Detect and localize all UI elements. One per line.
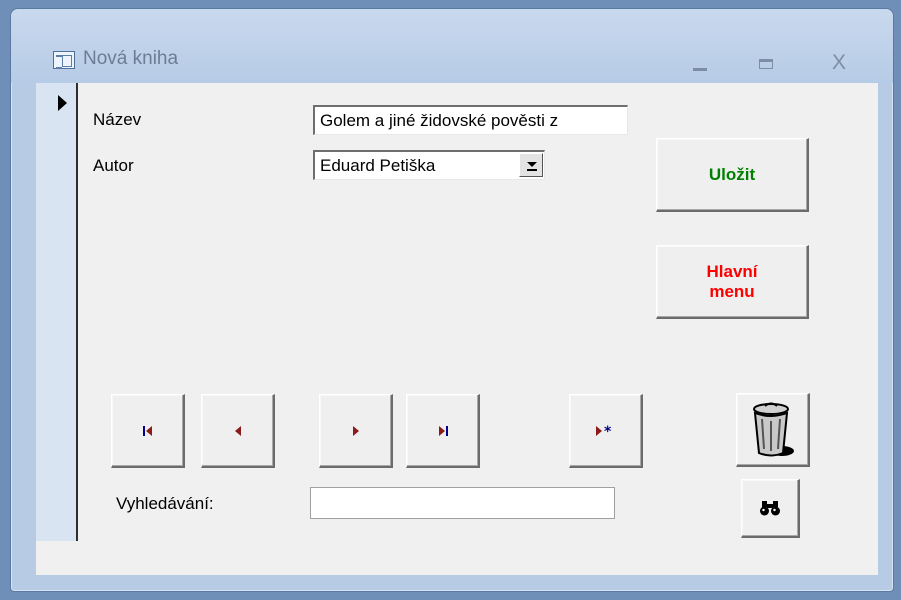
- new-record-button[interactable]: *: [569, 394, 643, 468]
- nazev-field[interactable]: Golem a jiné židovské pověsti z: [313, 105, 628, 135]
- close-icon: X: [831, 51, 846, 74]
- main-menu-label-line2: menu: [709, 281, 755, 301]
- delete-record-button[interactable]: [736, 393, 810, 467]
- first-record-icon: [142, 425, 152, 436]
- minimize-icon: [693, 68, 707, 71]
- record-selector[interactable]: [36, 83, 78, 541]
- save-button-label: Uložit: [708, 164, 756, 184]
- autor-value: Eduard Petiška: [320, 156, 436, 175]
- autor-label: Autor: [93, 156, 134, 175]
- main-menu-label-line1: Hlavní: [706, 261, 758, 281]
- last-record-icon: [438, 425, 448, 436]
- previous-record-button[interactable]: [201, 394, 275, 468]
- maximize-icon: [759, 59, 773, 69]
- find-button[interactable]: [741, 479, 800, 538]
- new-record-icon: *: [595, 424, 612, 438]
- previous-record-icon: [234, 425, 241, 436]
- trash-can-icon: [752, 402, 794, 456]
- form-icon: [53, 51, 75, 69]
- form-body: Název Golem a jiné židovské pověsti z Au…: [36, 83, 878, 575]
- search-input[interactable]: [310, 487, 615, 519]
- minimize-button[interactable]: [686, 51, 716, 75]
- chevron-down-icon[interactable]: [519, 153, 543, 177]
- binoculars-icon: [760, 501, 780, 516]
- save-button[interactable]: Uložit: [656, 138, 809, 212]
- last-record-button[interactable]: [406, 394, 480, 468]
- search-label: Vyhledávání:: [116, 494, 214, 513]
- first-record-button[interactable]: [111, 394, 185, 468]
- next-record-button[interactable]: [319, 394, 393, 468]
- current-record-icon: [58, 95, 67, 111]
- maximize-button[interactable]: [751, 51, 781, 75]
- main-menu-button[interactable]: Hlavní menu: [656, 245, 809, 319]
- form-window: Nová kniha X Název Golem a jiné židovské…: [10, 8, 894, 592]
- svg-text:*: *: [604, 424, 612, 438]
- nazev-label: Název: [93, 110, 142, 129]
- form-footer: [36, 541, 878, 575]
- window-title: Nová kniha: [83, 48, 179, 69]
- close-button[interactable]: X: [824, 51, 854, 75]
- autor-combobox[interactable]: Eduard Petiška: [313, 150, 545, 180]
- title-bar[interactable]: Nová kniha X: [11, 9, 893, 83]
- next-record-icon: [352, 425, 359, 436]
